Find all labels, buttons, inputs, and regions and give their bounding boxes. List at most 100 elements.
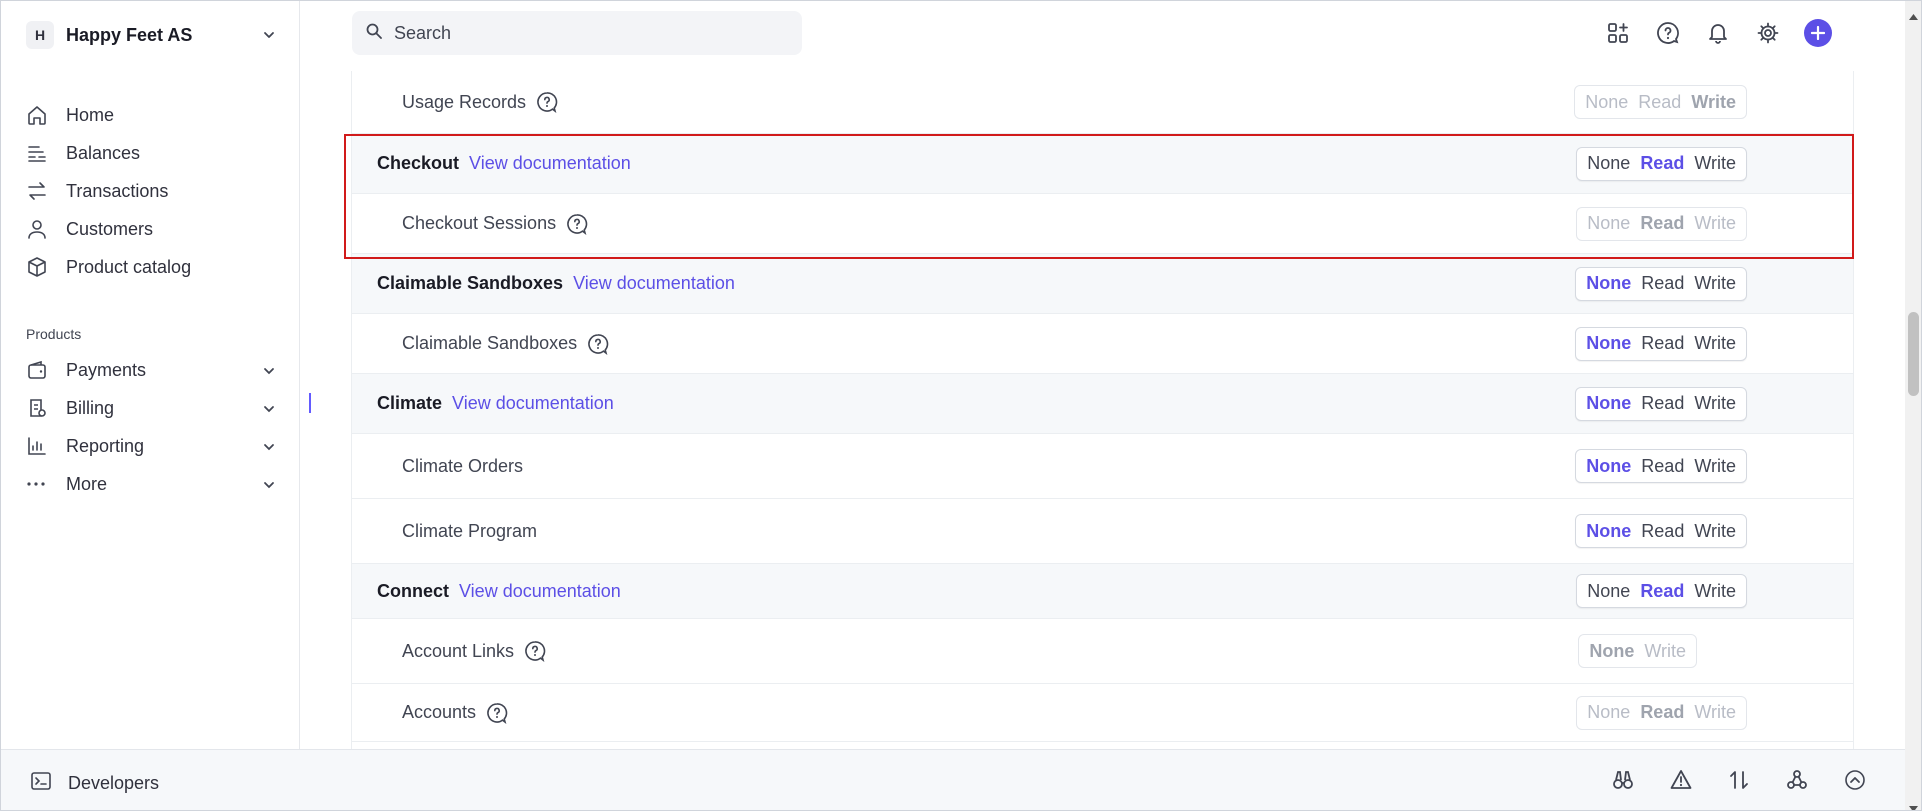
option-none[interactable]: None: [1586, 333, 1631, 354]
option-write[interactable]: Write: [1694, 581, 1736, 602]
option-read: Read: [1640, 213, 1685, 233]
search-placeholder: Search: [394, 22, 452, 43]
permission-name: Checkout Sessions: [402, 213, 557, 233]
option-none: None: [1587, 702, 1631, 722]
group-name: Checkout: [377, 153, 460, 173]
transactions-icon: [26, 180, 54, 202]
option-read[interactable]: Read: [1641, 521, 1684, 542]
help-question-icon[interactable]: [524, 640, 546, 662]
access-segmented-control: None Write: [1578, 634, 1697, 668]
search-input[interactable]: Search: [352, 11, 802, 55]
sidebar: H Happy Feet AS Home Balances Transactio…: [0, 0, 300, 749]
nav-label: Home: [66, 104, 115, 125]
group-name: Claimable Sandboxes: [377, 273, 564, 293]
permission-group-connect: Connect View documentation None Read Wri…: [352, 564, 1853, 619]
option-none[interactable]: None: [1586, 393, 1631, 414]
option-write: Write: [1694, 213, 1736, 233]
option-write[interactable]: Write: [1694, 333, 1736, 354]
view-documentation-link[interactable]: View documentation: [459, 581, 621, 602]
vertical-scrollbar[interactable]: [1905, 0, 1922, 811]
nav-item-reporting[interactable]: Reporting: [26, 427, 276, 465]
permission-name: Usage Records: [402, 91, 527, 112]
option-none[interactable]: None: [1586, 521, 1631, 542]
terminal-icon: [30, 770, 52, 797]
nav-item-more[interactable]: More: [26, 465, 276, 503]
nav-item-product-catalog[interactable]: Product catalog: [26, 248, 276, 286]
option-read[interactable]: Read: [1640, 153, 1684, 174]
customers-icon: [26, 218, 54, 240]
account-name: Happy Feet AS: [66, 24, 193, 45]
nav-label: Product catalog: [66, 256, 192, 277]
balances-icon: [26, 142, 54, 164]
main-nav: Home Balances Transactions Customers Pro…: [26, 96, 276, 286]
nav-item-transactions[interactable]: Transactions: [26, 172, 276, 210]
view-documentation-link[interactable]: View documentation: [452, 393, 614, 414]
permission-row-claimable-sandboxes: Claimable Sandboxes None Read Write: [352, 314, 1853, 374]
sidebar-resize-handle[interactable]: [309, 393, 311, 413]
scroll-up-arrow-icon[interactable]: [1909, 4, 1918, 25]
option-none[interactable]: None: [1586, 273, 1631, 294]
create-plus-icon[interactable]: [1804, 19, 1832, 47]
view-documentation-link[interactable]: View documentation: [469, 153, 631, 174]
option-none[interactable]: None: [1586, 456, 1631, 477]
nav-item-customers[interactable]: Customers: [26, 210, 276, 248]
search-icon: [366, 23, 382, 44]
option-write[interactable]: Write: [1694, 521, 1736, 542]
help-question-icon[interactable]: [536, 91, 558, 113]
help-question-icon[interactable]: [566, 213, 588, 235]
chevron-down-icon: [262, 400, 276, 421]
access-segmented-control: None Read Write: [1574, 85, 1747, 119]
option-read: Read: [1638, 91, 1682, 112]
option-read: Read: [1640, 702, 1685, 722]
chevron-down-icon: [262, 438, 276, 459]
scroll-down-arrow-icon[interactable]: [1909, 796, 1918, 811]
expand-up-icon[interactable]: [1843, 768, 1867, 792]
view-documentation-link[interactable]: View documentation: [573, 273, 735, 294]
nav-item-billing[interactable]: Billing: [26, 389, 276, 427]
option-read[interactable]: Read: [1641, 393, 1684, 414]
products-section-label: Products: [26, 326, 82, 342]
option-none: None: [1587, 213, 1631, 233]
option-write[interactable]: Write: [1694, 153, 1736, 174]
option-write[interactable]: Write: [1694, 273, 1736, 294]
warning-icon[interactable]: [1669, 768, 1693, 792]
sort-arrows-icon[interactable]: [1727, 768, 1751, 792]
permission-row-climate-program: Climate Program None Read Write: [352, 499, 1853, 564]
option-none[interactable]: None: [1587, 581, 1630, 602]
help-icon[interactable]: [1654, 19, 1682, 47]
webhooks-icon[interactable]: [1785, 768, 1809, 792]
nav-item-home[interactable]: Home: [26, 96, 276, 134]
developers-button[interactable]: Developers: [30, 770, 159, 797]
help-question-icon[interactable]: [486, 702, 508, 724]
permission-group-climate: Climate View documentation None Read Wri…: [352, 374, 1853, 434]
option-read[interactable]: Read: [1641, 273, 1684, 294]
product-catalog-icon: [26, 256, 54, 278]
option-read[interactable]: Read: [1641, 456, 1684, 477]
option-read[interactable]: Read: [1640, 581, 1684, 602]
products-nav: Payments Billing Reporting More: [26, 351, 276, 503]
inspect-binoculars-icon[interactable]: [1611, 768, 1635, 792]
home-icon: [26, 104, 54, 126]
account-badge: H: [26, 21, 54, 49]
settings-gear-icon[interactable]: [1754, 19, 1782, 47]
option-none[interactable]: None: [1587, 153, 1630, 174]
nav-label: More: [66, 473, 108, 494]
permission-row-checkout-sessions: Checkout Sessions None Read Write: [352, 194, 1853, 254]
permission-name: Account Links: [402, 640, 515, 661]
permission-row-usage-records: Usage Records None Read Write: [352, 71, 1853, 134]
chevron-down-icon: [262, 26, 276, 47]
account-switcher[interactable]: H Happy Feet AS: [26, 20, 276, 50]
permission-row-accounts: Accounts None Read Write: [352, 684, 1853, 742]
option-write: Write: [1694, 702, 1736, 722]
option-write[interactable]: Write: [1694, 456, 1736, 477]
notifications-icon[interactable]: [1704, 19, 1732, 47]
nav-item-balances[interactable]: Balances: [26, 134, 276, 172]
apps-icon[interactable]: [1604, 19, 1632, 47]
option-write[interactable]: Write: [1694, 393, 1736, 414]
help-question-icon[interactable]: [587, 333, 609, 355]
chevron-down-icon: [262, 476, 276, 497]
option-none: None: [1589, 640, 1635, 661]
option-read[interactable]: Read: [1641, 333, 1684, 354]
nav-item-payments[interactable]: Payments: [26, 351, 276, 389]
scrollbar-thumb[interactable]: [1908, 312, 1919, 396]
